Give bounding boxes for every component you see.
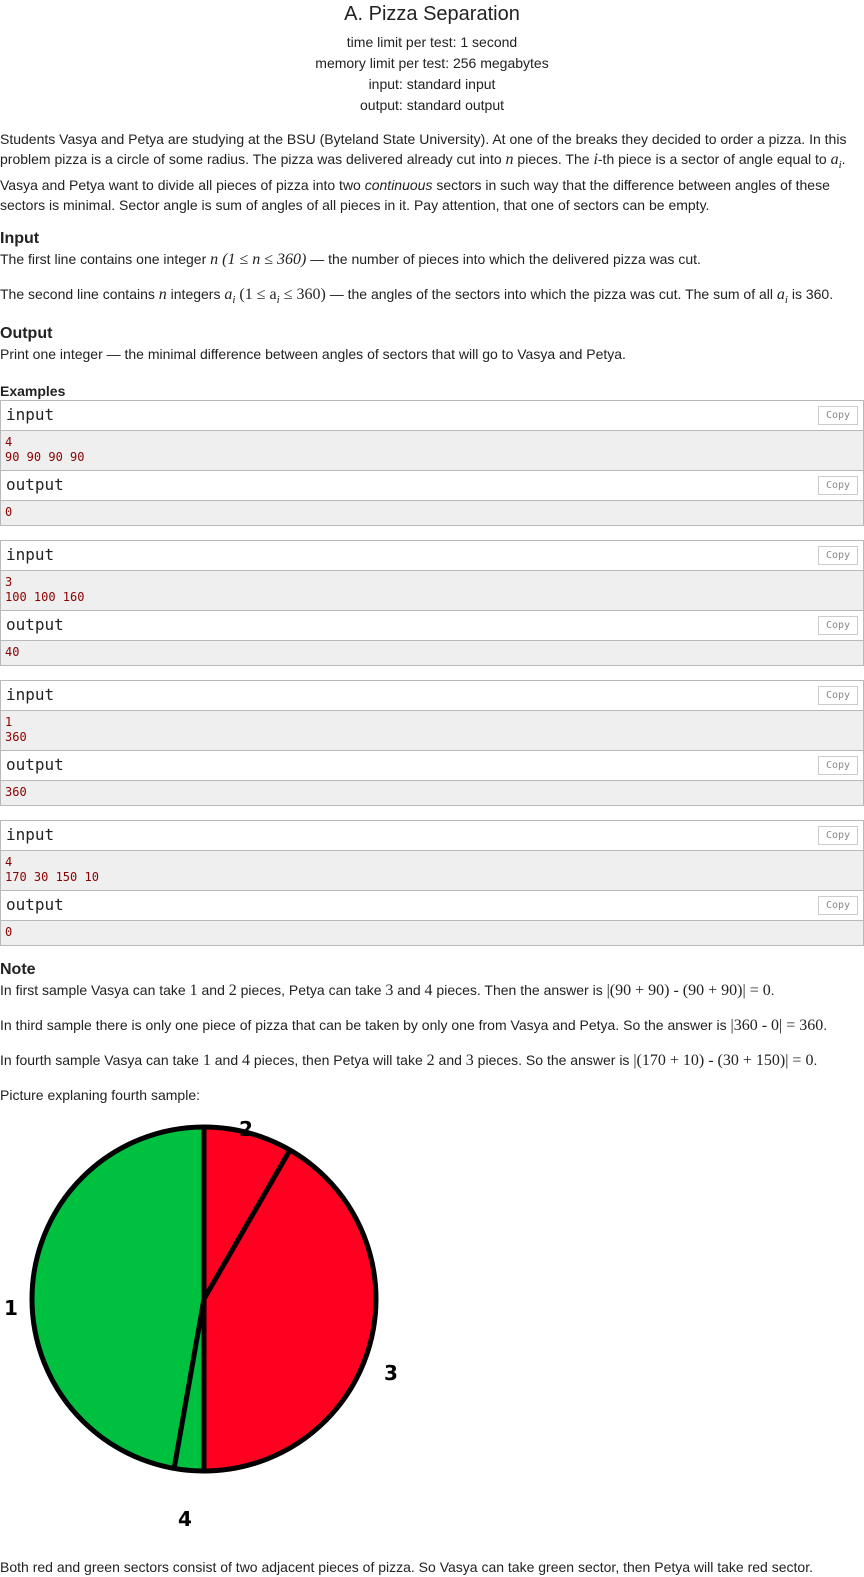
- note-title: Note: [0, 960, 36, 978]
- piece-label-4: 4: [178, 1506, 192, 1531]
- time-limit: time limit per test: 1 second: [346, 34, 518, 50]
- problem-title: A. Pizza Separation: [344, 3, 520, 25]
- sample-test: input Copy 4 90 90 90 90 output Copy 0: [0, 399, 864, 526]
- sample-input-body: 4 170 30 150 10: [1, 850, 863, 891]
- copy-input-button[interactable]: Copy: [818, 405, 858, 425]
- sample-input-label: input: [6, 824, 55, 844]
- copy-input-button[interactable]: Copy: [818, 825, 858, 845]
- sample-output-label: output: [6, 894, 64, 914]
- piece-label-2: 2: [239, 1116, 253, 1141]
- examples-title: Examples: [0, 382, 66, 399]
- input-line-2: The second line contains n integers ai (…: [0, 285, 834, 306]
- sample-input-body: 4 90 90 90 90: [1, 430, 863, 471]
- copy-output-button[interactable]: Copy: [818, 475, 858, 495]
- output-text: Print one integer — the minimal differen…: [0, 345, 626, 362]
- piece-label-1: 1: [4, 1295, 18, 1320]
- memory-limit: memory limit per test: 256 megabytes: [315, 55, 549, 71]
- sample-input-body: 1 360: [1, 710, 863, 751]
- copy-output-button[interactable]: Copy: [818, 895, 858, 915]
- final-note: Both red and green sectors consist of tw…: [0, 1558, 813, 1575]
- copy-input-button[interactable]: Copy: [818, 685, 858, 705]
- output-section: Output Print one integer — the minimal d…: [0, 324, 864, 364]
- problem-statement: Students Vasya and Petya are studying at…: [0, 129, 864, 215]
- input-line-1: The first line contains one integer n (1…: [0, 250, 701, 268]
- sample-input-label: input: [6, 544, 55, 564]
- pizza-diagram: [29, 1124, 379, 1474]
- input-section-title: Input: [0, 229, 40, 247]
- note-paragraph-2: In third sample there is only one piece …: [0, 1016, 828, 1034]
- sample-input-header: input Copy: [1, 820, 863, 851]
- input-spec: input: standard input: [368, 76, 496, 92]
- examples-list: input Copy 4 90 90 90 90 output Copy 0 i…: [0, 399, 864, 946]
- input-section: Input The first line contains one intege…: [0, 229, 864, 310]
- sample-output-label: output: [6, 614, 64, 634]
- sample-output-header: output Copy: [1, 890, 863, 921]
- sample-input-header: input Copy: [1, 540, 863, 571]
- note-paragraph-3: In fourth sample Vasya can take 1 and 4 …: [0, 1051, 818, 1069]
- note-paragraph-1: In first sample Vasya can take 1 and 2 p…: [0, 981, 775, 999]
- sample-output-header: output Copy: [1, 610, 863, 641]
- output-spec: output: standard output: [360, 97, 504, 113]
- copy-output-button[interactable]: Copy: [818, 755, 858, 775]
- sample-input-header: input Copy: [1, 680, 863, 711]
- sample-test: input Copy 1 360 output Copy 360: [0, 679, 864, 806]
- sample-output-body: 360: [1, 780, 863, 805]
- sample-test: input Copy 3 100 100 160 output Copy 40: [0, 539, 864, 666]
- sample-output-body: 0: [1, 500, 863, 525]
- sample-test: input Copy 4 170 30 150 10 output Copy 0: [0, 819, 864, 946]
- note-section: Note In first sample Vasya can take 1 an…: [0, 960, 864, 1105]
- sample-input-header: input Copy: [1, 400, 863, 431]
- sample-output-body: 40: [1, 640, 863, 665]
- output-section-title: Output: [0, 324, 53, 342]
- copy-input-button[interactable]: Copy: [818, 545, 858, 565]
- copy-output-button[interactable]: Copy: [818, 615, 858, 635]
- sample-input-label: input: [6, 684, 55, 704]
- sample-output-label: output: [6, 474, 64, 494]
- problem-header: A. Pizza Separation time limit per test:…: [0, 0, 864, 116]
- pizza-picture: 2 1 3 4: [0, 1113, 420, 1553]
- sample-output-header: output Copy: [1, 750, 863, 781]
- statement-paragraph: Students Vasya and Petya are studying at…: [0, 131, 847, 213]
- sample-output-label: output: [6, 754, 64, 774]
- piece-label-3: 3: [384, 1360, 398, 1385]
- picture-caption: Picture explaning fourth sample:: [0, 1086, 200, 1103]
- pizza-piece-1: [32, 1126, 204, 1468]
- sample-output-body: 0: [1, 920, 863, 945]
- sample-input-label: input: [6, 404, 55, 424]
- sample-input-body: 3 100 100 160: [1, 570, 863, 611]
- sample-output-header: output Copy: [1, 470, 863, 501]
